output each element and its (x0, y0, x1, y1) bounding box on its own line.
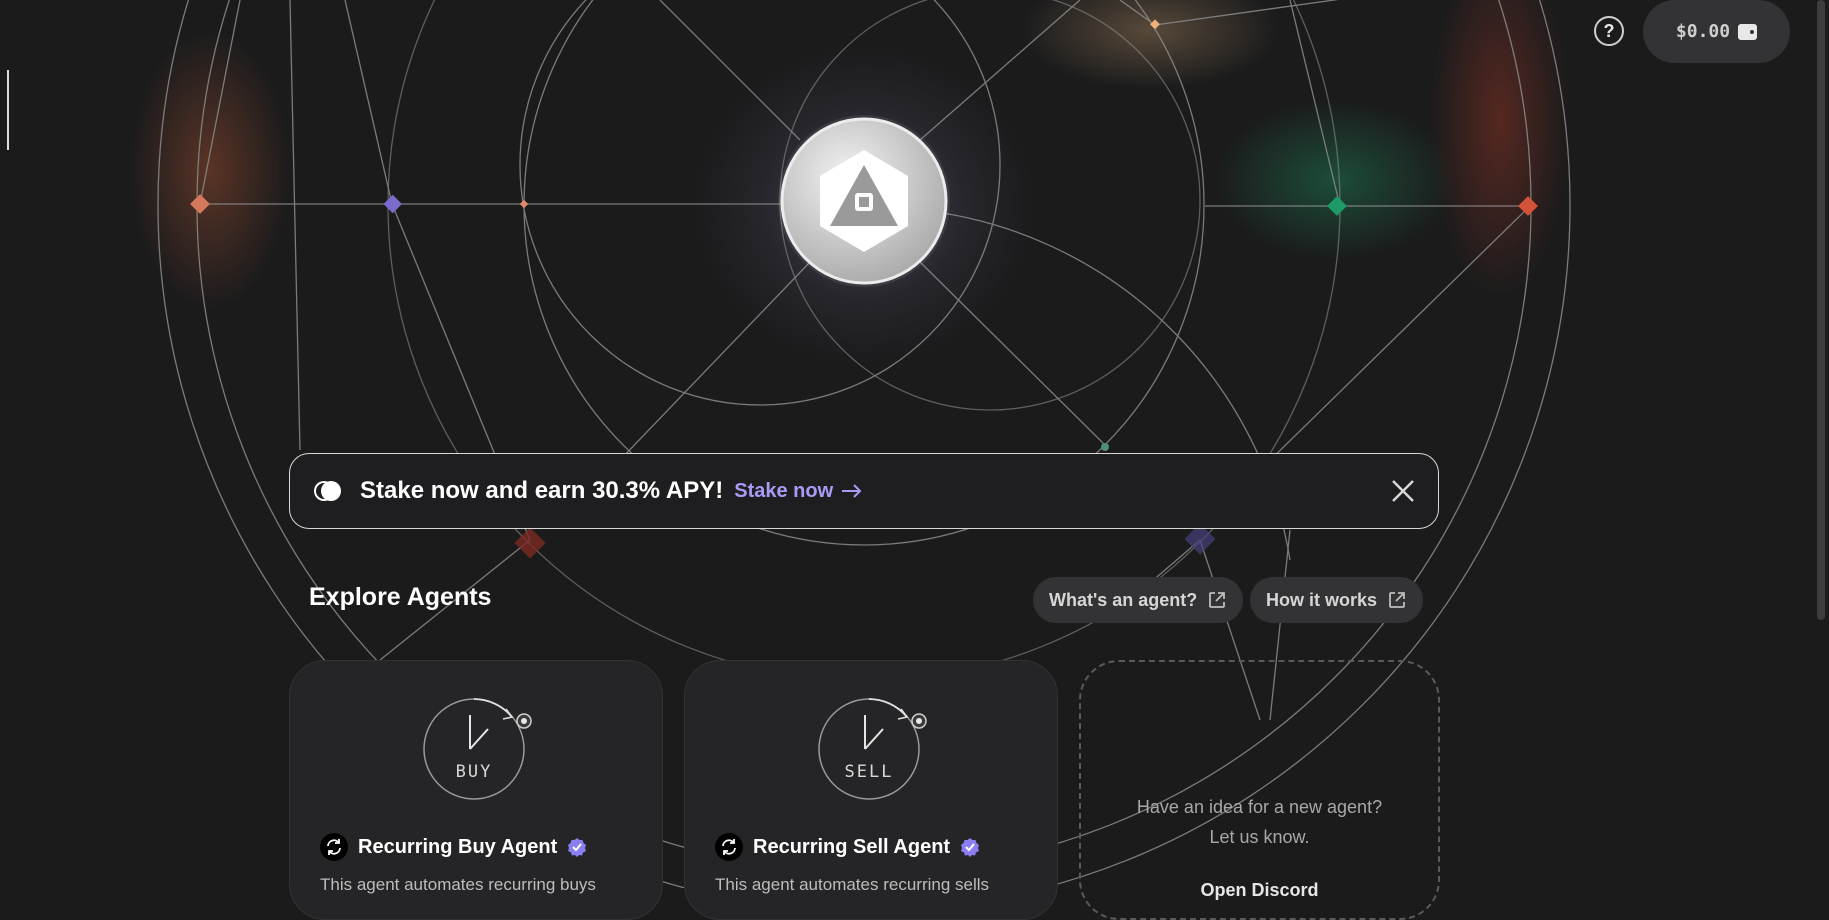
how-it-works-label: How it works (1266, 589, 1378, 610)
open-discord-link[interactable]: Open Discord (1081, 880, 1438, 901)
card-title-row: Recurring Sell Agent (715, 833, 980, 861)
card-title: Recurring Sell Agent (753, 835, 951, 858)
card-icon-text: BUY (456, 762, 493, 782)
wallet-balance-button[interactable]: $0.00 (1643, 0, 1790, 63)
card-description: This agent automates recurring buys (320, 875, 596, 894)
external-link-icon (1389, 592, 1405, 608)
section-title: Explore Agents (309, 583, 492, 611)
suggest-agent-card: Have an idea for a new agent? Let us kno… (1079, 660, 1440, 920)
recurring-buy-clock-icon: BUY (423, 698, 532, 800)
help-icon: ? (1603, 20, 1615, 41)
arrow-right-icon (842, 484, 862, 498)
verified-badge-icon (961, 838, 980, 857)
stake-now-label: Stake now (734, 479, 834, 502)
refresh-icon (715, 833, 743, 861)
wallet-icon (1738, 23, 1758, 40)
suggest-agent-line1: Have an idea for a new agent? (1136, 797, 1383, 817)
stake-icon (312, 479, 342, 503)
refresh-icon (320, 833, 348, 861)
scrollbar[interactable] (1817, 0, 1825, 620)
whats-an-agent-label: What's an agent? (1049, 589, 1198, 610)
verified-badge-icon (568, 838, 587, 857)
close-icon[interactable] (1390, 478, 1416, 504)
agent-card-recurring-sell[interactable]: SELL Recurring Sell Agent This agent aut… (684, 660, 1058, 920)
whats-an-agent-button[interactable]: What's an agent? (1033, 577, 1244, 623)
agent-card-recurring-buy[interactable]: BUY Recurring Buy Agent This agent autom… (289, 660, 663, 920)
recurring-sell-clock-icon: SELL (818, 698, 927, 800)
help-button[interactable]: ? (1594, 16, 1624, 46)
balance-amount: $0.00 (1675, 21, 1731, 42)
card-icon-text: SELL (845, 762, 894, 782)
open-discord-label: Open Discord (1200, 880, 1319, 900)
suggest-agent-line2: Let us know. (1209, 827, 1310, 847)
external-link-icon (1209, 592, 1226, 608)
banner-message: Stake now and earn 30.3% APY! (360, 477, 724, 504)
card-title-row: Recurring Buy Agent (320, 833, 587, 861)
how-it-works-button[interactable]: How it works (1250, 577, 1424, 623)
left-edge-indicator (7, 70, 9, 150)
card-title: Recurring Buy Agent (358, 835, 558, 858)
suggest-agent-text: Have an idea for a new agent? Let us kno… (1081, 792, 1438, 852)
stake-banner: Stake now and earn 30.3% APY! Stake now (289, 453, 1439, 529)
stake-now-link[interactable]: Stake now (734, 480, 863, 503)
card-description: This agent automates recurring sells (715, 875, 990, 894)
